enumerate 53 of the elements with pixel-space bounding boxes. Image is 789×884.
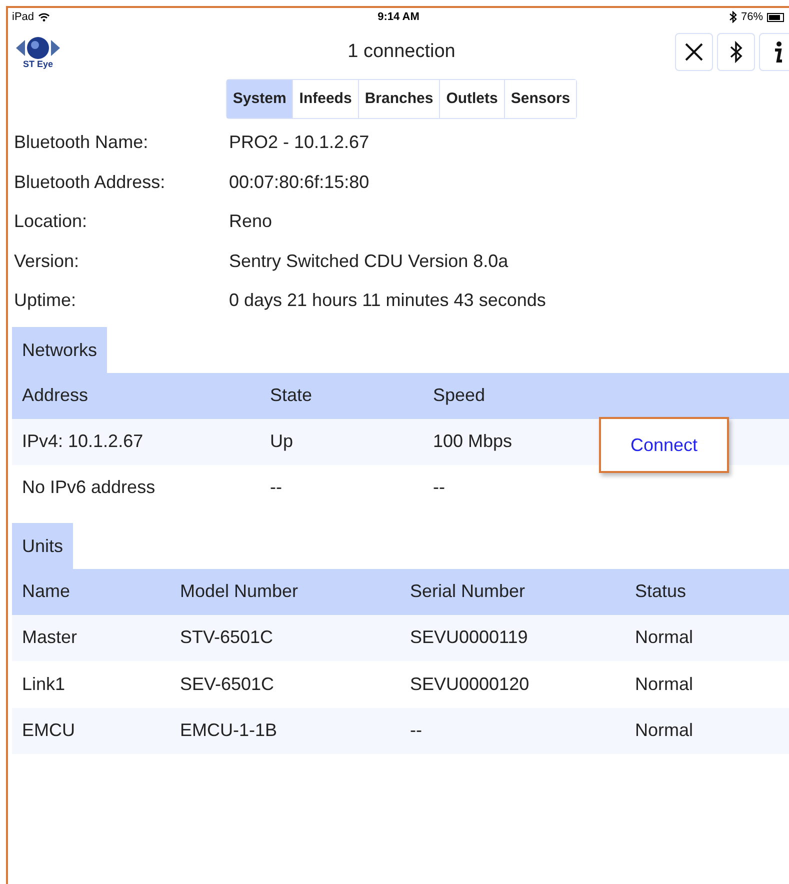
table-cell-text: Normal bbox=[635, 626, 694, 650]
column-header: Address bbox=[22, 384, 90, 407]
table-cell-text: Up bbox=[270, 430, 294, 453]
close-button[interactable] bbox=[675, 33, 713, 71]
battery-icon bbox=[767, 12, 785, 22]
table-cell-text: Normal bbox=[635, 719, 694, 742]
status-time: 9:14 AM bbox=[378, 10, 420, 25]
column-header: Serial Number bbox=[410, 580, 526, 603]
field-value: PRO2 - 10.1.2.67 bbox=[229, 131, 370, 154]
field-label: Bluetooth Address: bbox=[14, 170, 166, 194]
wifi-icon bbox=[38, 12, 50, 22]
field-label: Uptime: bbox=[14, 289, 78, 312]
column-header: Speed bbox=[433, 384, 486, 407]
column-header: Status bbox=[635, 580, 686, 603]
device-name: iPad bbox=[12, 10, 34, 25]
field-label: Bluetooth Name: bbox=[14, 131, 150, 154]
table-cell-text: IPv4: 10.1.2.67 bbox=[22, 430, 144, 453]
page-title: 1 connection bbox=[348, 40, 456, 64]
bluetooth-button[interactable] bbox=[717, 33, 755, 71]
logo-text: ST Eye bbox=[22, 60, 53, 68]
column-header: State bbox=[270, 384, 314, 407]
table-cell-text: -- bbox=[270, 476, 283, 499]
field-label: Location: bbox=[14, 210, 88, 234]
bluetooth-icon bbox=[729, 41, 743, 63]
eye-logo-icon bbox=[15, 36, 61, 60]
table-cell-text: 100 Mbps bbox=[433, 430, 514, 453]
field-value: Reno bbox=[229, 210, 272, 234]
table-cell-text: SEV-6501C bbox=[180, 672, 276, 696]
field-value: 00:07:80:6f:15:80 bbox=[229, 170, 370, 194]
info-icon bbox=[773, 40, 783, 64]
segment-tab[interactable]: Sensors bbox=[504, 80, 576, 118]
table-cell-text: STV-6501C bbox=[180, 626, 274, 650]
field-value: 0 days 21 hours 11 minutes 43 seconds bbox=[229, 289, 546, 312]
table-cell-text: Master bbox=[22, 626, 78, 650]
close-icon bbox=[684, 42, 704, 62]
table-cell-text: SEVU0000120 bbox=[410, 672, 530, 696]
bluetooth-icon bbox=[728, 11, 737, 23]
field-label: Version: bbox=[14, 250, 80, 273]
table-cell-text: EMCU-1-1B bbox=[180, 719, 278, 742]
connect-button[interactable]: Connect bbox=[599, 417, 729, 473]
table-cell-text: SEVU0000119 bbox=[410, 626, 529, 650]
column-header: Model Number bbox=[180, 580, 300, 603]
table-cell-text: EMCU bbox=[22, 719, 76, 742]
info-button[interactable] bbox=[759, 33, 789, 71]
table-cell-text: -- bbox=[410, 719, 423, 742]
table-cell-text: No IPv6 address bbox=[22, 476, 156, 499]
table-cell-text: Link1 bbox=[22, 672, 66, 696]
table-cell-text: -- bbox=[433, 476, 446, 499]
table-cell-text: Normal bbox=[635, 672, 694, 696]
field-value: Sentry Switched CDU Version 8.0a bbox=[229, 250, 508, 273]
battery-percent: 76% bbox=[740, 10, 763, 25]
segment-tab[interactable]: System bbox=[226, 80, 292, 118]
column-header: Name bbox=[22, 580, 72, 603]
